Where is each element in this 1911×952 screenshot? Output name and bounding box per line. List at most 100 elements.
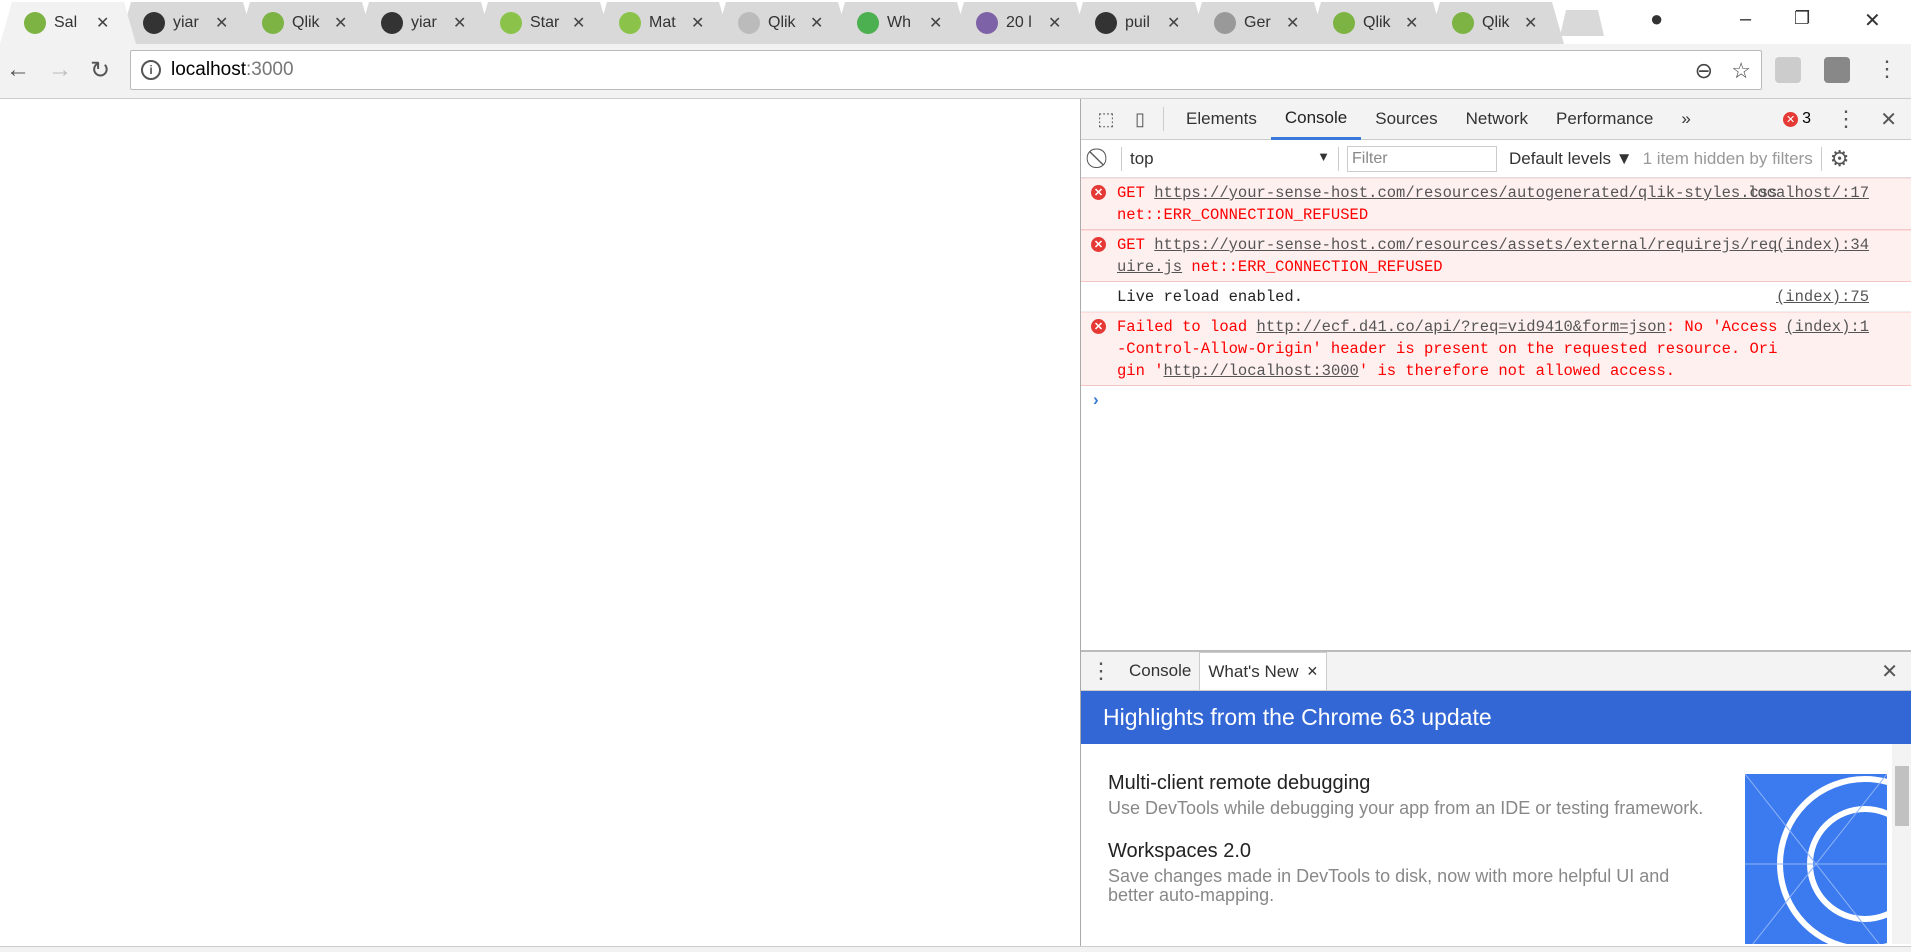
message-source-link[interactable]: (index):1 xyxy=(1785,316,1869,338)
tab-console[interactable]: Console xyxy=(1270,99,1362,140)
zoom-out-icon[interactable]: ⊖ xyxy=(1695,58,1713,84)
browser-tab[interactable]: 20 l ✕ xyxy=(952,2,1088,44)
back-button[interactable]: ← xyxy=(6,56,30,84)
settings-gear-icon[interactable]: ⚙ xyxy=(1830,146,1850,172)
close-tab-icon[interactable]: ✕ xyxy=(810,13,823,33)
feature-description: Save changes made in DevTools to disk, n… xyxy=(1108,866,1670,905)
close-tab-icon[interactable]: ✕ xyxy=(1405,13,1418,33)
close-window-button[interactable]: ✕ xyxy=(1864,8,1881,33)
tab-title: Sal xyxy=(54,14,78,31)
info-icon[interactable]: i xyxy=(141,60,161,80)
message-link[interactable]: https://your-sense-host.com/resources/au… xyxy=(1154,184,1777,202)
tab-label: What's New xyxy=(1208,661,1299,681)
message-text: net::ERR_CONNECTION_REFUSED xyxy=(1117,206,1369,224)
context-select[interactable]: top ▼ xyxy=(1130,149,1330,169)
tab-title: 20 l xyxy=(1006,14,1032,31)
qlik-icon xyxy=(24,12,46,34)
device-toolbar-icon[interactable]: ▯ xyxy=(1125,109,1155,130)
tab-performance[interactable]: Performance xyxy=(1542,99,1667,140)
drawer: ⋮ Console What's New ✕ ✕ Highlights from … xyxy=(1081,650,1911,946)
more-tabs-button[interactable]: » xyxy=(1667,99,1704,140)
close-tab-icon[interactable]: ✕ xyxy=(1048,13,1061,33)
clear-console-icon[interactable]: ⃠ xyxy=(1081,147,1121,170)
extension-icon[interactable] xyxy=(1824,57,1850,83)
browser-tab[interactable]: Qlik ✕ xyxy=(238,2,374,44)
tab-title: Wh xyxy=(887,14,911,31)
status-bar xyxy=(0,946,1911,952)
close-tab-icon[interactable]: ✕ xyxy=(1307,663,1319,680)
close-tab-icon[interactable]: ✕ xyxy=(691,13,704,33)
colorlib-icon xyxy=(976,12,998,34)
drawer-menu-icon[interactable]: ⋮ xyxy=(1081,658,1121,684)
chevron-down-icon: ▼ xyxy=(1317,148,1330,164)
browser-tab[interactable]: Sal ✕ xyxy=(0,2,136,44)
url-host: localhost xyxy=(171,59,246,80)
minimize-button[interactable]: – xyxy=(1740,8,1751,31)
message-source-link[interactable]: localhost/:17 xyxy=(1748,182,1869,204)
tab-title: Star xyxy=(530,14,560,31)
close-tab-icon[interactable]: ✕ xyxy=(334,13,347,33)
filter-input[interactable]: Filter xyxy=(1347,145,1497,172)
browser-tab[interactable]: Mat ✕ xyxy=(595,2,731,44)
drawer-tab-console[interactable]: Console xyxy=(1121,652,1199,690)
devtools-menu-icon[interactable]: ⋮ xyxy=(1835,106,1857,132)
forward-button[interactable]: → xyxy=(48,56,72,84)
browser-tab[interactable]: Qlik ✕ xyxy=(1309,2,1445,44)
menu-icon[interactable]: ⋮ xyxy=(1876,56,1898,82)
browser-tab[interactable]: Wh ✕ xyxy=(833,2,969,44)
tab-title: yiar xyxy=(411,14,437,31)
browser-tab[interactable]: Star ✕ xyxy=(476,2,612,44)
scrollbar[interactable] xyxy=(1892,744,1911,944)
inspect-element-icon[interactable]: ⬚ xyxy=(1087,109,1125,130)
close-tab-icon[interactable]: ✕ xyxy=(929,13,942,33)
close-drawer-icon[interactable]: ✕ xyxy=(1881,659,1898,684)
error-counter[interactable]: ✕ 3 xyxy=(1783,110,1811,128)
browser-tab[interactable]: yiar ✕ xyxy=(119,2,255,44)
github-icon xyxy=(143,12,165,34)
address-bar[interactable]: i localhost:3000 ⊖ ☆ xyxy=(130,50,1762,90)
tab-title: Qlik xyxy=(292,14,320,31)
new-tab-button[interactable] xyxy=(1560,10,1604,36)
close-tab-icon[interactable]: ✕ xyxy=(96,13,109,33)
bookmark-star-icon[interactable]: ☆ xyxy=(1731,58,1751,84)
console-messages: ✕ GET https://your-sense-host.com/resourc… xyxy=(1081,178,1911,386)
message-source-link[interactable]: (index):34 xyxy=(1776,234,1869,256)
browser-tab[interactable]: puil ✕ xyxy=(1071,2,1207,44)
restore-button[interactable]: ❐ xyxy=(1794,8,1810,29)
profile-icon[interactable]: ● xyxy=(1650,6,1663,32)
tab-elements[interactable]: Elements xyxy=(1172,99,1271,140)
error-count: 3 xyxy=(1802,110,1811,127)
page-content xyxy=(0,99,1080,946)
close-tab-icon[interactable]: ✕ xyxy=(1286,13,1299,33)
console-prompt[interactable]: › xyxy=(1081,386,1911,414)
devtools-tabbar: ⬚ ▯ Elements Console Sources Network Perform… xyxy=(1081,99,1911,140)
qlik-s-icon xyxy=(619,12,641,34)
tab-sources[interactable]: Sources xyxy=(1361,99,1451,140)
reload-button[interactable]: ↻ xyxy=(90,56,110,85)
close-tab-icon[interactable]: ✕ xyxy=(1167,13,1180,33)
chrome-update-illustration xyxy=(1745,774,1887,944)
url-port: :3000 xyxy=(246,59,294,80)
levels-dropdown[interactable]: Default levels ▼ xyxy=(1509,149,1633,169)
tab-network[interactable]: Network xyxy=(1452,99,1542,140)
message-source-link[interactable]: (index):75 xyxy=(1776,286,1869,308)
context-value: top xyxy=(1130,148,1154,168)
document-icon xyxy=(738,12,760,34)
close-tab-icon[interactable]: ✕ xyxy=(453,13,466,33)
browser-tab[interactable]: Qlik ✕ xyxy=(1428,2,1564,44)
close-tab-icon[interactable]: ✕ xyxy=(572,13,585,33)
qlik-s-icon xyxy=(500,12,522,34)
close-tab-icon[interactable]: ✕ xyxy=(1524,13,1537,33)
browser-tab[interactable]: Ger ✕ xyxy=(1190,2,1326,44)
github-icon xyxy=(1095,12,1117,34)
drawer-tab-whats-new[interactable]: What's New ✕ xyxy=(1199,652,1328,690)
tab-strip: Sal ✕ yiar ✕ Qlik ✕ yiar ✕ Star ✕ Mat ✕ Qlik ✕ Wh ✕ 20 l… xyxy=(0,0,1911,44)
pdf-extension-icon[interactable] xyxy=(1775,57,1801,83)
message-link[interactable]: http://localhost:3000 xyxy=(1164,362,1359,380)
browser-tab[interactable]: yiar ✕ xyxy=(357,2,493,44)
browser-tab[interactable]: Qlik ✕ xyxy=(714,2,850,44)
console-toolbar: ⃠ top ▼ Filter Default levels ▼ 1 item h… xyxy=(1081,140,1911,178)
message-link[interactable]: http://ecf.d41.co/api/?req=vid9410&form=… xyxy=(1257,318,1666,336)
close-tab-icon[interactable]: ✕ xyxy=(215,13,228,33)
close-devtools-icon[interactable]: ✕ xyxy=(1880,107,1897,132)
